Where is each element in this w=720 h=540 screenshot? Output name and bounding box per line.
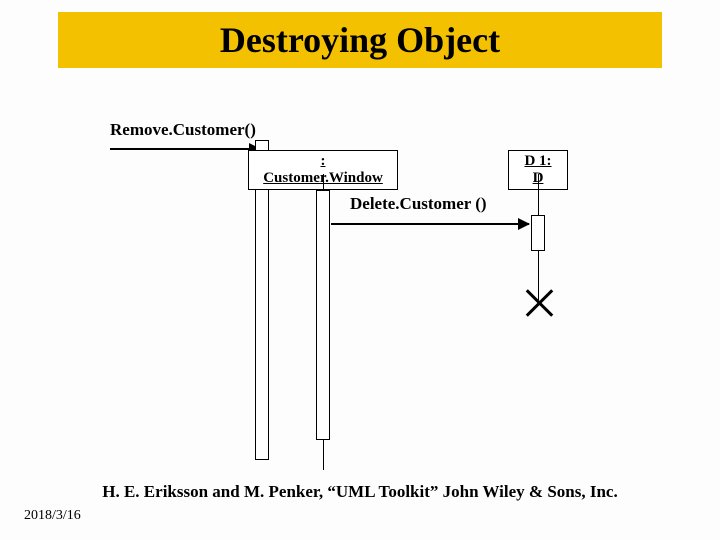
slide-date: 2018/3/16 xyxy=(24,508,81,524)
title-bar: Destroying Object xyxy=(58,12,662,68)
arrow-delete-customer xyxy=(331,223,529,225)
message-delete-customer: Delete.Customer () xyxy=(350,194,487,214)
arrow-remove-customer xyxy=(110,148,260,150)
activation-d1 xyxy=(531,215,545,251)
sequence-diagram: Remove.Customer() : Customer.Window D 1:… xyxy=(0,100,720,480)
activation-customer-window xyxy=(316,190,330,440)
message-remove-customer: Remove.Customer() xyxy=(110,120,256,140)
citation-text: H. E. Eriksson and M. Penker, “UML Toolk… xyxy=(0,482,720,502)
slide-title: Destroying Object xyxy=(220,19,500,61)
destroy-marker xyxy=(524,288,554,318)
